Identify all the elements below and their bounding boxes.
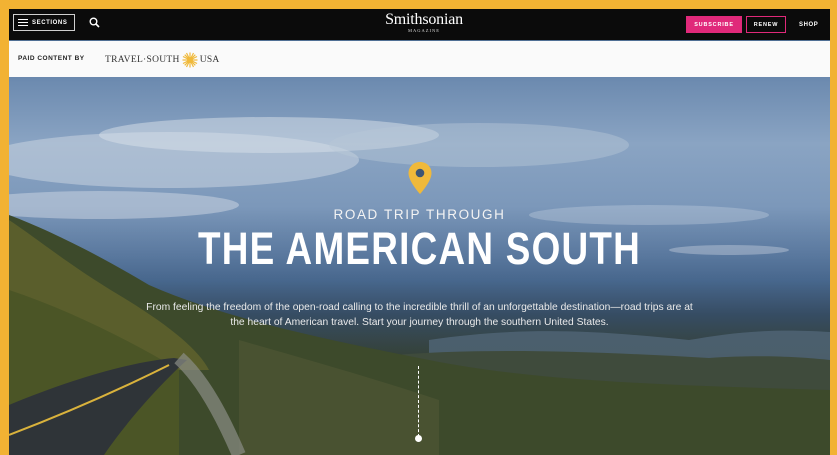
hero-headline: THE AMERICAN SOUTH [197,223,642,274]
sections-menu-button[interactable]: SECTIONS [13,14,75,31]
hero-kicker: ROAD TRIP THROUGH [333,207,506,222]
sponsor-country: USA [199,55,220,65]
scroll-indicator-dot[interactable] [415,435,422,442]
search-icon[interactable] [89,17,100,28]
hero-intro-text: From feeling the freedom of the open-roa… [146,302,693,328]
sponsor-logo[interactable]: TRAVEL·SOUTH USA [105,52,220,68]
page-frame: SECTIONS Smithsonian MAGAZINE SUBSCRIBE … [9,9,830,455]
sun-icon [182,52,198,68]
location-pin-icon [408,162,432,194]
top-navigation-bar: SECTIONS Smithsonian MAGAZINE SUBSCRIBE … [9,9,830,40]
scroll-indicator-line [418,366,419,437]
sponsored-content-banner: PAID CONTENT BY TRAVEL·SOUTH USA [9,41,830,77]
sponsor-name: TRAVEL·SOUTH [105,55,180,65]
menu-icon [18,18,28,27]
logo-wordmark: Smithsonian [385,11,463,28]
smithsonian-logo[interactable]: Smithsonian MAGAZINE [369,11,479,34]
subscribe-button[interactable]: SUBSCRIBE [686,16,742,33]
paid-content-label: PAID CONTENT BY [18,55,85,62]
renew-button[interactable]: RENEW [746,16,786,33]
logo-subtitle: MAGAZINE [408,28,440,33]
shop-link[interactable]: SHOP [799,16,818,33]
sections-label: SECTIONS [32,19,68,26]
